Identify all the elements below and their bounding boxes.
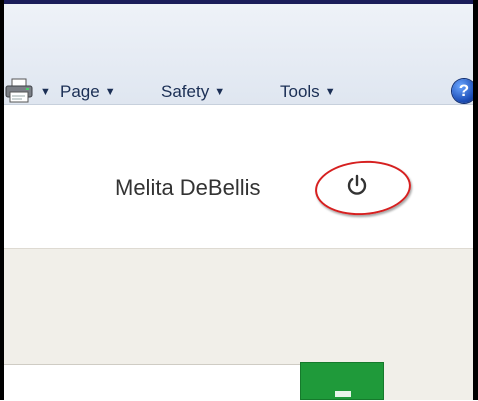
user-name: Melita DeBellis <box>115 175 261 200</box>
tools-menu[interactable]: Tools ▼ <box>280 79 336 105</box>
chevron-down-icon: ▼ <box>40 86 51 98</box>
search-submit-button[interactable] <box>300 362 384 400</box>
chevron-down-icon: ▼ <box>104 86 116 98</box>
safety-menu-label: Safety <box>161 82 210 101</box>
frame-border-left <box>0 0 4 400</box>
print-dropdown-arrow[interactable]: ▼ <box>40 79 51 105</box>
chevron-down-icon: ▼ <box>324 86 336 98</box>
printer-icon[interactable] <box>4 77 36 105</box>
browser-window: ▼ Page ▼ Safety ▼ Tools ▼ ? Melita DeBel… <box>0 0 478 401</box>
content-band-right <box>384 364 473 400</box>
safety-menu[interactable]: Safety ▼ <box>161 79 225 105</box>
search-input[interactable] <box>4 364 300 401</box>
frame-border-right <box>473 0 478 400</box>
content-band <box>4 249 473 364</box>
arrow-right-icon <box>335 391 351 397</box>
page-menu[interactable]: Page ▼ <box>60 79 116 105</box>
chevron-down-icon: ▼ <box>214 86 226 98</box>
tools-menu-label: Tools <box>280 82 320 101</box>
page-menu-label: Page <box>60 82 100 101</box>
